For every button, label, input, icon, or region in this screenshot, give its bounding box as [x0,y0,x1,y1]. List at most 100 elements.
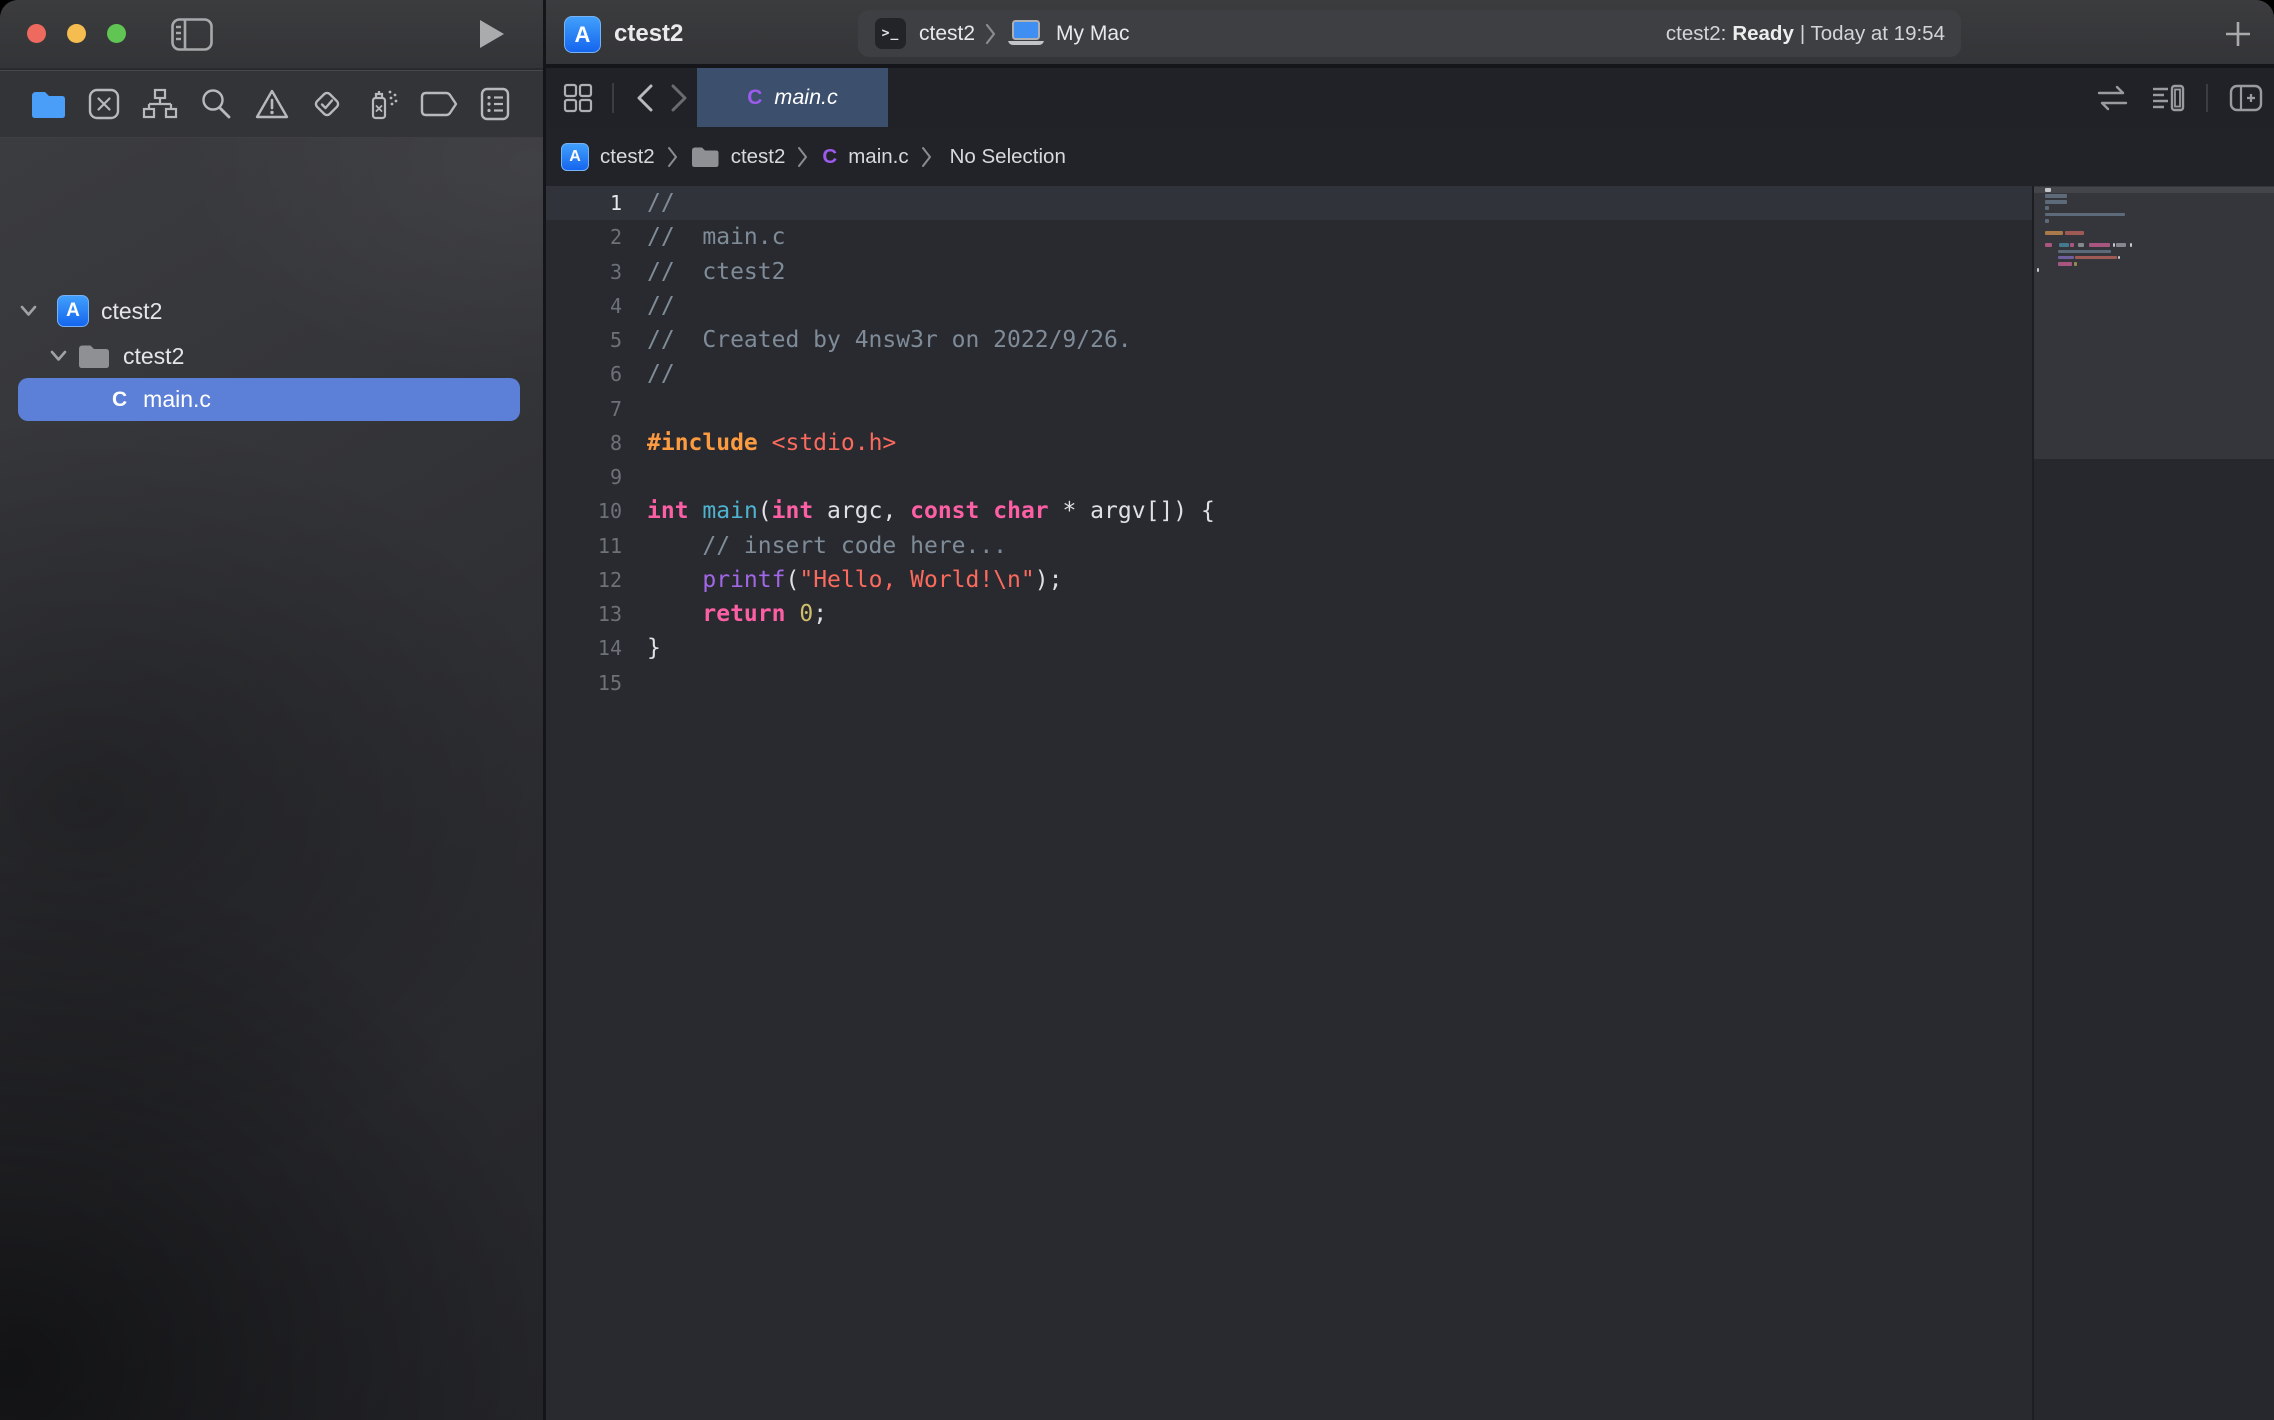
tree-item-label[interactable]: main.c [143,386,211,413]
code-text: int main(int argc, const char * argv[]) … [622,494,1215,528]
related-items-button[interactable] [562,82,594,114]
line-number[interactable]: 2 [546,220,622,254]
line-number[interactable]: 9 [546,460,622,494]
add-tab-button[interactable] [2218,14,2258,54]
line-number[interactable]: 15 [546,666,622,700]
traffic-minimize-button[interactable] [67,24,86,43]
issue-navigator-button[interactable] [250,82,294,126]
navigator-rail [0,71,543,137]
minimap-bar [2089,243,2110,247]
minimap-bar [2045,219,2049,223]
scheme-name[interactable]: ctest2 [919,22,975,46]
editor-tools [2094,68,2264,127]
minimap-bar [2058,262,2072,266]
minimap-bar [2045,213,2125,217]
report-navigator-button[interactable] [473,82,517,126]
code-text: // main.c [622,220,785,254]
minimap-bar [2045,188,2051,192]
crumb-file[interactable]: main.c [848,145,908,169]
tree-item-label[interactable]: ctest2 [123,343,184,370]
line-number[interactable]: 7 [546,392,622,426]
line-number[interactable]: 11 [546,529,622,563]
tree-item-label[interactable]: ctest2 [101,298,162,325]
code-text [622,666,647,700]
code-line[interactable]: 2// main.c [546,220,2032,254]
code-line[interactable]: 7 [546,392,2032,426]
scheme-bar[interactable]: >_ ctest2 My Mac ctest2: Ready | Today a… [858,10,1961,57]
forward-button[interactable] [662,78,696,118]
source-control-icon [87,87,121,121]
crumb-selection[interactable]: No Selection [950,145,1066,169]
warning-icon [254,88,290,120]
editor-options-button[interactable] [2150,83,2186,113]
project-app-icon: A [561,143,589,171]
code-line[interactable]: 14} [546,631,2032,665]
test-navigator-button[interactable] [305,82,349,126]
code-text [622,460,647,494]
spray-icon [364,86,402,122]
tree-item-group[interactable]: ctest2 [50,338,184,374]
minimap-bar [2078,243,2084,247]
project-navigator-button[interactable] [26,82,70,126]
breakpoint-navigator-button[interactable] [417,82,461,126]
code-line[interactable]: 9 [546,460,2032,494]
traffic-zoom-button[interactable] [107,24,126,43]
tree-item-project[interactable]: A ctest2 [20,293,162,329]
window-title: ctest2 [614,20,683,48]
scheme-terminal-icon: >_ [875,18,906,49]
minimap-bar [2045,231,2063,235]
line-number[interactable]: 3 [546,255,622,289]
source-control-navigator-button[interactable] [82,82,126,126]
code-line[interactable]: 10int main(int argc, const char * argv[]… [546,494,2032,528]
find-navigator-button[interactable] [194,82,238,126]
traffic-close-button[interactable] [27,24,46,43]
source-editor[interactable]: 1//2// main.c3// ctest24//5// Created by… [546,186,2032,1420]
code-line[interactable]: 4// [546,289,2032,323]
adjust-editor-button[interactable] [2094,85,2130,111]
run-button[interactable] [472,14,512,54]
crumb-project[interactable]: ctest2 [600,145,655,169]
code-line[interactable]: 8#include <stdio.h> [546,426,2032,460]
line-number[interactable]: 13 [546,597,622,631]
line-number[interactable]: 4 [546,289,622,323]
symbol-navigator-button[interactable] [138,82,182,126]
code-line[interactable]: 15 [546,666,2032,700]
code-line[interactable]: 5// Created by 4nsw3r on 2022/9/26. [546,323,2032,357]
minimap-bar [2074,262,2077,266]
tab-main-c[interactable]: C main.c [697,68,888,127]
code-text: return 0; [622,597,827,631]
minimap-viewport [2034,186,2274,459]
code-line[interactable]: 12 printf("Hello, World!\n"); [546,563,2032,597]
code-line[interactable]: 6// [546,357,2032,391]
split-editor-button[interactable] [2228,83,2264,113]
line-number[interactable]: 5 [546,323,622,357]
jump-bar: A ctest2 ctest2 C main.c No Selection [546,127,2274,188]
code-line[interactable]: 1// [546,186,2032,220]
project-navigator-sidebar: A ctest2 ctest2 C main.c [0,138,543,1420]
line-number[interactable]: 14 [546,631,622,665]
line-number[interactable]: 8 [546,426,622,460]
disclosure-chevron-icon[interactable] [50,349,67,363]
line-number[interactable]: 10 [546,494,622,528]
disclosure-chevron-icon[interactable] [20,304,37,318]
code-line[interactable]: 3// ctest2 [546,255,2032,289]
tree-item-main-c[interactable]: C main.c [18,378,520,421]
destination-name[interactable]: My Mac [1056,22,1130,46]
test-diamond-icon [309,86,345,122]
line-number[interactable]: 6 [546,357,622,391]
minimap[interactable] [2034,186,2274,1420]
crumb-group[interactable]: ctest2 [731,145,786,169]
sidebar-toggle-button[interactable] [170,16,214,52]
destination-laptop-icon [1006,19,1046,48]
breadcrumb-chevron-icon [667,146,678,168]
toolbar-separator [612,83,614,113]
code-line[interactable]: 11 // insert code here... [546,529,2032,563]
code-line[interactable]: 13 return 0; [546,597,2032,631]
line-number[interactable]: 12 [546,563,622,597]
report-list-icon [479,86,511,122]
build-status[interactable]: ctest2: Ready | Today at 19:54 [1666,22,1945,46]
breadcrumb-chevron-icon [921,146,932,168]
debug-navigator-button[interactable] [361,82,405,126]
back-button[interactable] [628,78,662,118]
line-number[interactable]: 1 [546,186,622,220]
